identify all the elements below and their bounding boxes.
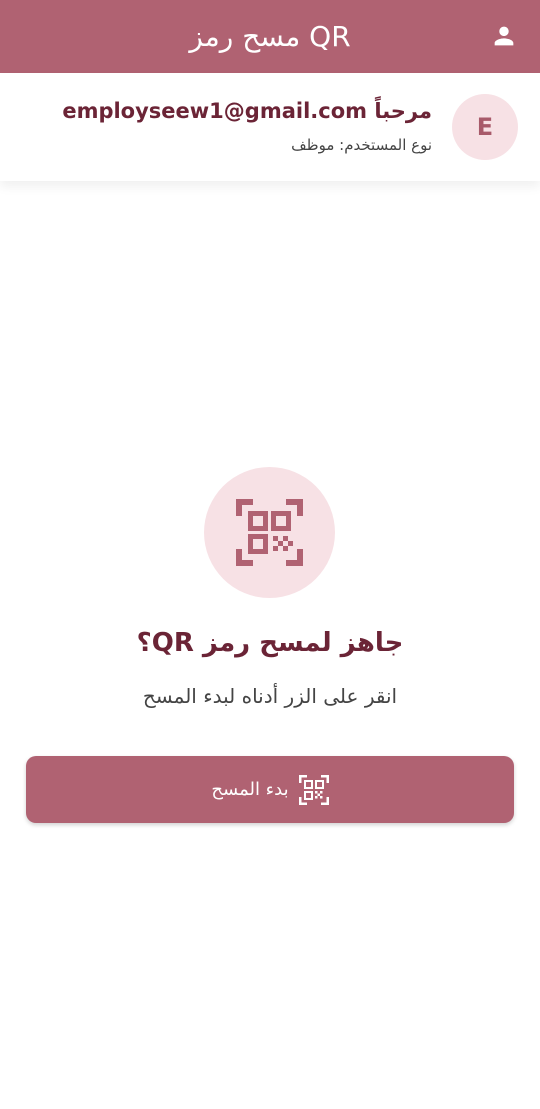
qr-code-scan-icon: [236, 499, 303, 566]
person-icon: [494, 26, 514, 46]
user-card: E مرحباً employseew1@gmail.com نوع المست…: [0, 73, 540, 181]
qr-code-icon: [298, 774, 329, 805]
profile-button[interactable]: [490, 22, 518, 50]
start-scan-label: بدء المسح: [211, 779, 289, 800]
start-scan-button[interactable]: بدء المسح: [26, 756, 514, 823]
avatar: E: [452, 94, 518, 160]
user-email: employseew1@gmail.com: [62, 99, 368, 123]
qr-illustration: [204, 467, 335, 598]
app-bar: مسح رمز QR: [0, 0, 540, 73]
app-title: مسح رمز QR: [189, 20, 351, 53]
ready-title: جاهز لمسح رمز QR؟: [136, 628, 404, 658]
ready-subtitle: انقر على الزر أدناه لبدء المسح: [142, 684, 398, 708]
user-type: نوع المستخدم: موظف: [291, 136, 432, 154]
welcome-text: مرحباً employseew1@gmail.com: [62, 99, 432, 123]
welcome-prefix: مرحباً: [374, 99, 432, 123]
